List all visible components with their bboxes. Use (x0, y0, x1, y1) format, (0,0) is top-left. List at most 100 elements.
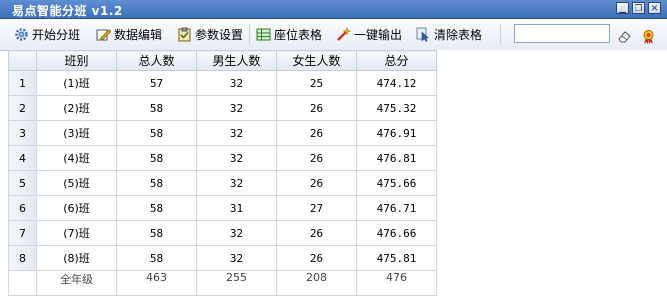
table-row[interactable]: 6 (6)班 58 31 27 476.71 (8, 195, 437, 221)
table-row[interactable]: 5 (5)班 58 32 26 475.66 (8, 170, 437, 196)
export-button[interactable]: 一键输出 (336, 24, 402, 44)
window-title: 易点智能分班 v1.2 (12, 4, 123, 18)
total-cell[interactable]: 58 (116, 195, 197, 221)
class-table: 班别 总人数 男生人数 女生人数 总分 1 (1)班 57 32 25 474.12 2 (2… (8, 50, 437, 296)
score-cell[interactable]: 476.66 (356, 220, 437, 246)
row-number-cell[interactable]: 2 (8, 95, 37, 121)
class-cell[interactable]: (5)班 (36, 170, 117, 196)
clipboard-icon (177, 27, 192, 42)
gear-icon (14, 27, 29, 42)
edit-data-button[interactable]: 数据编辑 (96, 24, 162, 44)
column-header-class[interactable]: 班别 (36, 50, 117, 71)
seat-table-button-label: 座位表格 (274, 27, 323, 42)
row-number-cell[interactable]: 4 (8, 145, 37, 171)
class-cell[interactable]: (7)班 (36, 220, 117, 246)
male-cell[interactable]: 31 (196, 195, 277, 221)
summary-class-cell[interactable]: 全年级 (36, 270, 117, 296)
row-number-cell[interactable]: 1 (8, 70, 37, 96)
female-cell[interactable]: 26 (276, 245, 357, 271)
clear-table-button[interactable]: 清除表格 (416, 24, 482, 44)
settings-button[interactable]: 参数设置 (177, 24, 243, 44)
score-cell[interactable]: 475.81 (356, 245, 437, 271)
female-cell[interactable]: 27 (276, 195, 357, 221)
total-cell[interactable]: 58 (116, 120, 197, 146)
score-cell[interactable]: 474.12 (356, 70, 437, 96)
total-cell[interactable]: 58 (116, 145, 197, 171)
summary-score-cell[interactable]: 476 (356, 270, 437, 296)
export-button-label: 一键输出 (354, 27, 403, 42)
seat-table-button[interactable]: 座位表格 (256, 24, 322, 44)
female-cell[interactable]: 26 (276, 145, 357, 171)
female-cell[interactable]: 26 (276, 170, 357, 196)
column-header-female[interactable]: 女生人数 (276, 50, 357, 71)
table-row[interactable]: 2 (2)班 58 32 26 475.32 (8, 95, 437, 121)
class-cell[interactable]: (1)班 (36, 70, 117, 96)
eraser-button[interactable] (617, 26, 632, 46)
row-number-header[interactable] (8, 50, 37, 71)
score-cell[interactable]: 476.81 (356, 145, 437, 171)
restore-button[interactable]: ❐ (632, 2, 645, 14)
summary-female-cell[interactable]: 208 (276, 270, 357, 296)
header-row: 班别 总人数 男生人数 女生人数 总分 (8, 50, 437, 71)
total-cell[interactable]: 58 (116, 95, 197, 121)
female-cell[interactable]: 25 (276, 70, 357, 96)
eraser-icon (617, 29, 632, 44)
male-cell[interactable]: 32 (196, 245, 277, 271)
edit-data-button-label: 数据编辑 (114, 27, 163, 42)
class-cell[interactable]: (2)班 (36, 95, 117, 121)
award-icon (641, 29, 656, 44)
female-cell[interactable]: 26 (276, 120, 357, 146)
male-cell[interactable]: 32 (196, 95, 277, 121)
table-row[interactable]: 1 (1)班 57 32 25 474.12 (8, 70, 437, 96)
row-number-cell[interactable]: 7 (8, 220, 37, 246)
score-cell[interactable]: 475.66 (356, 170, 437, 196)
window-controls: ▁ ❐ ✕ (616, 2, 661, 14)
table-row[interactable]: 8 (8)班 58 32 26 475.81 (8, 245, 437, 271)
row-number-cell[interactable]: 5 (8, 170, 37, 196)
row-number-cell[interactable]: 8 (8, 245, 37, 271)
row-number-cell[interactable]: 6 (8, 195, 37, 221)
male-cell[interactable]: 32 (196, 170, 277, 196)
total-cell[interactable]: 58 (116, 220, 197, 246)
summary-male-cell[interactable]: 255 (196, 270, 277, 296)
column-header-score[interactable]: 总分 (356, 50, 437, 71)
total-cell[interactable]: 58 (116, 245, 197, 271)
summary-row-number-cell[interactable] (8, 270, 37, 296)
clear-table-button-label: 清除表格 (434, 27, 483, 42)
male-cell[interactable]: 32 (196, 220, 277, 246)
table-row[interactable]: 3 (3)班 58 32 26 476.91 (8, 120, 437, 146)
male-cell[interactable]: 32 (196, 145, 277, 171)
search-input[interactable] (514, 24, 610, 43)
female-cell[interactable]: 26 (276, 95, 357, 121)
wand-icon (336, 26, 352, 42)
minimize-button[interactable]: ▁ (616, 2, 629, 14)
table-row[interactable]: 7 (7)班 58 32 26 476.66 (8, 220, 437, 246)
summary-row[interactable]: 全年级 463 255 208 476 (8, 270, 437, 296)
column-header-male[interactable]: 男生人数 (196, 50, 277, 71)
class-cell[interactable]: (6)班 (36, 195, 117, 221)
start-button[interactable]: 开始分班 (14, 24, 80, 44)
score-cell[interactable]: 476.91 (356, 120, 437, 146)
score-cell[interactable]: 476.71 (356, 195, 437, 221)
male-cell[interactable]: 32 (196, 120, 277, 146)
cursor-icon (416, 27, 431, 42)
award-button[interactable] (641, 26, 656, 46)
settings-button-label: 参数设置 (195, 27, 244, 42)
class-cell[interactable]: (3)班 (36, 120, 117, 146)
column-header-total[interactable]: 总人数 (116, 50, 197, 71)
summary-total-cell[interactable]: 463 (116, 270, 197, 296)
male-cell[interactable]: 32 (196, 70, 277, 96)
class-cell[interactable]: (8)班 (36, 245, 117, 271)
total-cell[interactable]: 57 (116, 70, 197, 96)
toolbar-divider (500, 24, 501, 44)
row-number-cell[interactable]: 3 (8, 120, 37, 146)
edit-icon (96, 27, 112, 42)
toolbar-divider (249, 24, 250, 44)
class-cell[interactable]: (4)班 (36, 145, 117, 171)
score-cell[interactable]: 475.32 (356, 95, 437, 121)
start-button-label: 开始分班 (32, 27, 81, 42)
female-cell[interactable]: 26 (276, 220, 357, 246)
close-button[interactable]: ✕ (648, 2, 661, 14)
table-row[interactable]: 4 (4)班 58 32 26 476.81 (8, 145, 437, 171)
total-cell[interactable]: 58 (116, 170, 197, 196)
